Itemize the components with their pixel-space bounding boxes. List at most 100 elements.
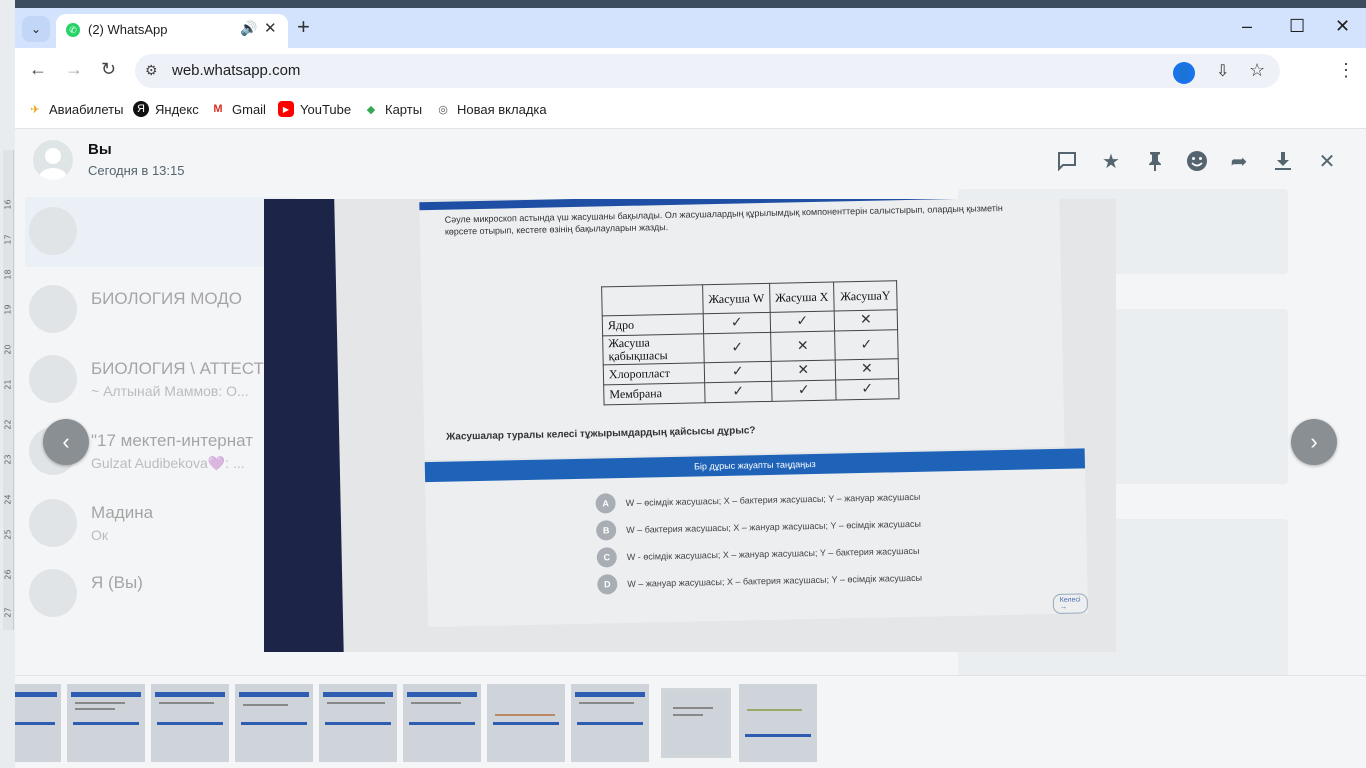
document-ruler: 16 17 18 19 20 21 22 23 24 25 26 27 [3,150,14,630]
yandex-icon: Я [133,101,149,117]
row-label: Хлоропласт [603,362,705,385]
chevron-down-icon: ⌄ [30,22,42,36]
thumbnail-strip [15,675,1366,768]
table-cell: ✓ [704,381,772,403]
bookmark-star-icon[interactable]: ☆ [1249,60,1265,81]
table-header-cell: Жасуша X [769,282,835,313]
avatar [33,140,73,180]
url-text[interactable]: web.whatsapp.com [172,62,300,79]
address-bar[interactable]: ⚙ web.whatsapp.com ⇩ ☆ [135,54,1280,88]
install-app-icon[interactable]: ⇩ [1216,61,1229,81]
table-cell: ✓ [703,312,771,334]
chrome-icon: ◎ [438,103,448,116]
list-item: БИОЛОГИЯ МОДО [25,275,295,345]
table-cell: ✕ [770,331,836,362]
list-item: Мадина Ок [25,489,295,559]
answer-option-c: CW - өсімдік жасушасы; X – жануар жасуша… [596,541,920,568]
browser-toolbar: ← → ↻ ⚙ web.whatsapp.com ⇩ ☆ 👤 ⋮ [15,48,1366,94]
tab-close-icon[interactable]: ✕ [264,19,277,37]
desktop-top-strip [0,0,1366,8]
tab-title: (2) WhatsApp [88,22,168,37]
star-icon[interactable]: ★ [1099,149,1123,173]
speaker-icon[interactable]: 🔊 [240,20,257,37]
table-cell: ✓ [771,380,837,402]
back-arrow-icon[interactable]: ← [29,59,47,80]
table-cell: ✕ [835,358,899,381]
table-cell: ✓ [704,361,772,383]
desktop-left-strip: 16 17 18 19 20 21 22 23 24 25 26 27 [0,0,15,768]
media-photo: Сәуле микроскоп астында үш жасушаны бақы… [264,199,1116,652]
media-thumbnail-selected[interactable] [661,688,731,758]
bookmarks-bar: ✈ Авиабилеты Я Яндекс M Gmail ▶ YouTube ◆ Кар… [15,94,1366,129]
media-thumbnail[interactable] [319,684,397,762]
bookmark-yandex[interactable]: Я Яндекс [133,101,199,117]
close-window-button[interactable]: ✕ [1335,16,1350,37]
maximize-button[interactable]: ☐ [1289,16,1305,37]
table-cell: ✓ [834,329,899,361]
site-info-icon[interactable]: ⚙ [145,62,158,79]
row-label: Мембрана [603,382,706,405]
table-header-cell [601,284,704,316]
cell-table: Жасуша W Жасуша X ЖасушаY Ядро ✓ ✓ ✕ Жас… [601,280,900,405]
plane-icon: ✈ [30,103,40,116]
kebab-menu-icon[interactable]: ⋮ [1337,60,1355,81]
answer-card: Бір дұрыс жауапты таңдаңыз AW – өсімдік … [424,448,1089,628]
tab-whatsapp[interactable]: ✆ (2) WhatsApp 🔊 ✕ [56,14,288,48]
media-thumbnail[interactable] [487,684,565,762]
youtube-icon: ▶ [278,101,294,117]
gmail-icon: M [213,103,223,115]
question-card: Сәуле микроскоп астында үш жасушаны бақы… [419,199,1065,461]
table-cell: ✓ [703,332,772,363]
browser-window: ⌄ ✆ (2) WhatsApp 🔊 ✕ + – ☐ ✕ ← → ↻ ⚙ web… [15,8,1366,768]
media-thumbnail[interactable] [151,684,229,762]
reload-icon[interactable]: ↻ [101,59,116,80]
download-icon[interactable] [1271,149,1295,173]
media-thumbnail[interactable] [403,684,481,762]
profile-avatar-icon[interactable]: 👤 [1173,62,1195,84]
question-text: Жасушалар туралы келесі тұжырымдардың қа… [446,425,756,443]
media-viewer: БИОЛОГИЯ МОДО БИОЛОГИЯ \ АТТЕСТ ~ Алтынай… [15,129,1366,768]
table-cell: ✕ [771,360,836,382]
tab-strip: ⌄ ✆ (2) WhatsApp 🔊 ✕ + – ☐ ✕ [15,8,1366,48]
whatsapp-icon: ✆ [66,23,80,37]
emoji-icon[interactable] [1185,149,1209,173]
sender-time: Сегодня в 13:15 [88,163,185,178]
new-tab-button[interactable]: + [297,16,310,38]
table-cell: ✓ [835,378,900,401]
list-item [25,197,295,267]
bookmark-new-tab[interactable]: ◎ Новая вкладка [435,101,546,117]
question-intro: Сәуле микроскоп астында үш жасушаны бақы… [444,202,1003,237]
answer-option-b: BW – бактерия жасушасы; X – жануар жасуш… [596,514,921,541]
previous-media-button[interactable]: ‹ [43,419,89,465]
row-label: Жасуша қабықшасы [602,333,705,365]
forward-arrow-icon[interactable]: → [65,59,83,80]
next-media-button[interactable]: › [1291,419,1337,465]
close-icon[interactable]: ✕ [1315,149,1339,173]
list-item: БИОЛОГИЯ \ АТТЕСТ ~ Алтынай Маммов: О... [25,345,295,415]
table-header-cell: Жасуша W [702,283,771,314]
bookmark-karty[interactable]: ◆ Карты [363,101,422,117]
media-thumbnail[interactable] [15,684,61,762]
media-thumbnail[interactable] [571,684,649,762]
media-thumbnail[interactable] [67,684,145,762]
minimize-button[interactable]: – [1242,16,1252,37]
bookmark-youtube[interactable]: ▶ YouTube [278,101,351,117]
reply-icon[interactable] [1055,149,1079,173]
row-label: Ядро [602,313,704,336]
answer-option-d: DW – жануар жасушасы; X – бактерия жасуш… [597,568,922,595]
media-thumbnail[interactable] [739,684,817,762]
bookmark-gmail[interactable]: M Gmail [210,101,266,117]
forward-icon[interactable]: ➦ [1227,149,1251,173]
media-thumbnail[interactable] [235,684,313,762]
next-button: Келесі → [1052,593,1089,615]
answer-option-a: AW – өсімдік жасушасы; X – бактерия жасу… [595,487,920,514]
photographed-screen: Сәуле микроскоп астында үш жасушаны бақы… [334,199,1116,652]
table-cell: ✕ [834,309,898,332]
table-cell: ✓ [770,311,835,333]
list-item: Я (Вы) [25,559,295,629]
pin-icon[interactable] [1143,149,1167,173]
bookmark-aviabilety[interactable]: ✈ Авиабилеты [27,101,123,117]
tab-search-button[interactable]: ⌄ [22,16,50,42]
table-header-cell: ЖасушаY [833,280,898,312]
sender-name: Вы [88,141,112,158]
